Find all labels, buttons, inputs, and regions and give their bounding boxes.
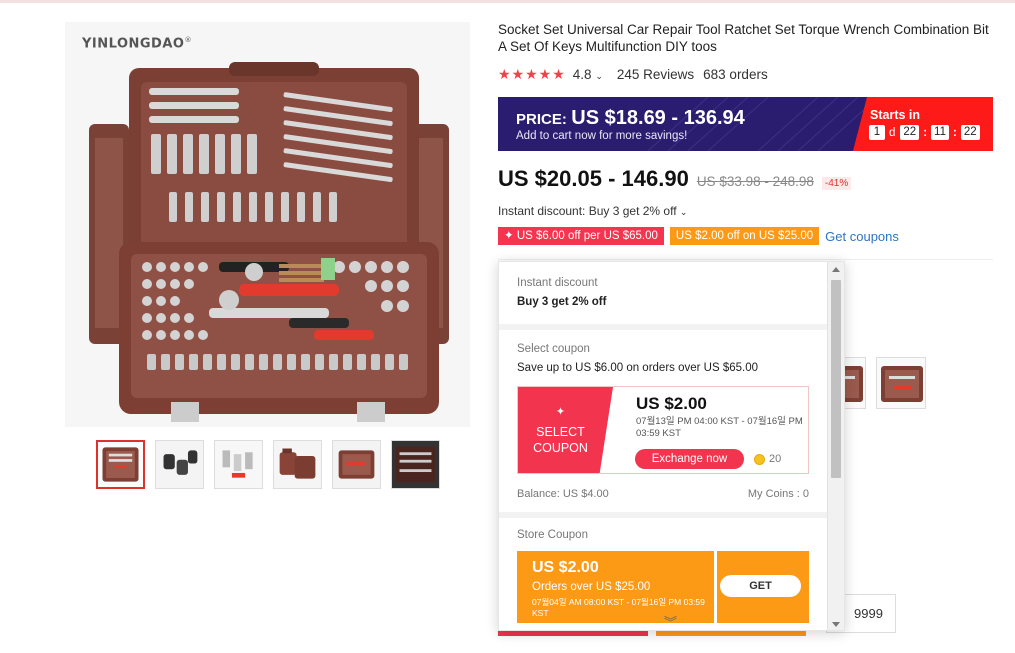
discount-badge: -41% xyxy=(821,177,852,190)
rating-row: ★★★★★ 4.8 ⌄ 245 Reviews 683 orders xyxy=(498,66,768,83)
instant-discount-section: Instant discount Buy 3 get 2% off xyxy=(499,262,829,324)
coupon-row: ✦ US $6.00 off per US $65.00 US $2.00 of… xyxy=(498,227,899,245)
store-coupon-condition: Orders over US $25.00 xyxy=(532,581,651,593)
store-coupon-amount: US $2.00 xyxy=(532,559,599,576)
balance-text: Balance: US $4.00 xyxy=(517,488,609,500)
instant-discount-toggle[interactable]: Instant discount: Buy 3 get 2% off ⌄ xyxy=(498,204,687,218)
popup-scrollbar[interactable] xyxy=(827,262,844,630)
popup-content: Instant discount Buy 3 get 2% off Select… xyxy=(499,262,829,630)
coin-icon xyxy=(754,454,765,465)
coupon-popup: Instant discount Buy 3 get 2% off Select… xyxy=(498,261,845,631)
store-coupon-action: GET xyxy=(717,551,809,623)
chevron-down-icon: ⌄ xyxy=(595,71,603,81)
my-coins-text: My Coins : 0 xyxy=(747,488,809,500)
promo-subtext: Add to cart now for more savings! xyxy=(516,130,688,142)
store-coupon-label: Store Coupon xyxy=(517,529,588,541)
thumbnail-1[interactable] xyxy=(96,440,145,489)
coupon-tag-store[interactable]: US $2.00 off on US $25.00 xyxy=(669,227,820,245)
rating-stars-icon: ★★★★★ xyxy=(498,66,566,82)
select-coupon-button[interactable]: ✦ SELECT COUPON xyxy=(518,387,613,473)
countdown-days: 1 xyxy=(869,125,885,140)
top-accent-line xyxy=(0,0,1015,3)
get-coupon-button[interactable]: GET xyxy=(720,575,801,597)
rating-value[interactable]: 4.8 ⌄ xyxy=(573,67,603,82)
coupon-tag-select[interactable]: ✦ US $6.00 off per US $65.00 xyxy=(498,227,664,245)
coin-cost: 20 xyxy=(769,453,782,465)
product-title: Socket Set Universal Car Repair Tool Rat… xyxy=(498,22,989,54)
countdown-panel: Starts in 1 d 22 : 11 : 22 xyxy=(853,97,993,151)
store-coupon-info: US $2.00 Orders over US $25.00 07월04일 AM… xyxy=(517,551,714,623)
instant-discount-value: Buy 3 get 2% off xyxy=(517,296,607,308)
countdown-timer: 1 d 22 : 11 : 22 xyxy=(869,125,980,140)
price-row: US $20.05 - 146.90 US $33.98 - 248.98 -4… xyxy=(498,166,852,192)
main-product-image[interactable]: YINLONGDAO® xyxy=(65,22,470,427)
promo-banner: PRICE: US $18.69 - 136.94 Add to cart no… xyxy=(498,97,993,151)
thumbnail-5[interactable] xyxy=(332,440,381,489)
thumbnail-3[interactable] xyxy=(214,440,263,489)
scroll-up-icon[interactable] xyxy=(832,267,840,272)
thumbnail-4[interactable] xyxy=(273,440,322,489)
thumbnail-2[interactable] xyxy=(155,440,204,489)
countdown-hours: 22 xyxy=(900,125,920,140)
coupon-validity: 07월13일 PM 04:00 KST - 07월16일 PM 03:59 KS… xyxy=(636,416,803,439)
promo-price: PRICE: US $18.69 - 136.94 xyxy=(516,107,745,129)
coupon-amount: US $2.00 xyxy=(636,394,707,413)
countdown-seconds: 22 xyxy=(960,125,980,140)
brand-logo: YINLONGDAO® xyxy=(82,36,192,52)
sparkle-icon: ✦ xyxy=(555,406,566,418)
toolbox-illustration xyxy=(89,62,449,422)
get-coupons-link[interactable]: Get coupons xyxy=(825,229,899,244)
reviews-count[interactable]: 245 Reviews xyxy=(617,67,694,82)
starts-in-label: Starts in xyxy=(870,108,921,122)
select-coupon-desc: Save up to US $6.00 on orders over US $6… xyxy=(517,362,759,374)
store-coupon-card: US $2.00 Orders over US $25.00 07월04일 AM… xyxy=(517,551,809,623)
store-coupon-validity: 07월04일 AM 08:00 KST - 07월16일 PM 03:59 KS… xyxy=(532,597,705,618)
select-coupon-card[interactable]: ✦ SELECT COUPON US $2.00 07월13일 PM 04:00… xyxy=(517,386,809,474)
select-coupon-label: Select coupon xyxy=(517,343,590,355)
variant-thumb[interactable] xyxy=(876,357,926,409)
orders-count: 683 orders xyxy=(703,67,768,82)
thumbnail-strip xyxy=(96,440,440,489)
countdown-minutes: 11 xyxy=(931,125,949,140)
expand-chevron-icon[interactable]: ︾ xyxy=(664,612,677,630)
scrollbar-thumb[interactable] xyxy=(831,280,841,478)
days-unit: d xyxy=(889,126,896,139)
current-price: US $20.05 - 146.90 xyxy=(498,166,689,191)
instant-discount-label: Instant discount xyxy=(517,277,598,289)
exchange-now-button[interactable]: Exchange now xyxy=(635,449,744,469)
chevron-down-icon: ⌄ xyxy=(679,207,688,217)
original-price: US $33.98 - 248.98 xyxy=(696,174,814,189)
thumbnail-6[interactable] xyxy=(391,440,440,489)
scroll-down-icon[interactable] xyxy=(832,622,840,627)
section-divider xyxy=(498,259,993,260)
